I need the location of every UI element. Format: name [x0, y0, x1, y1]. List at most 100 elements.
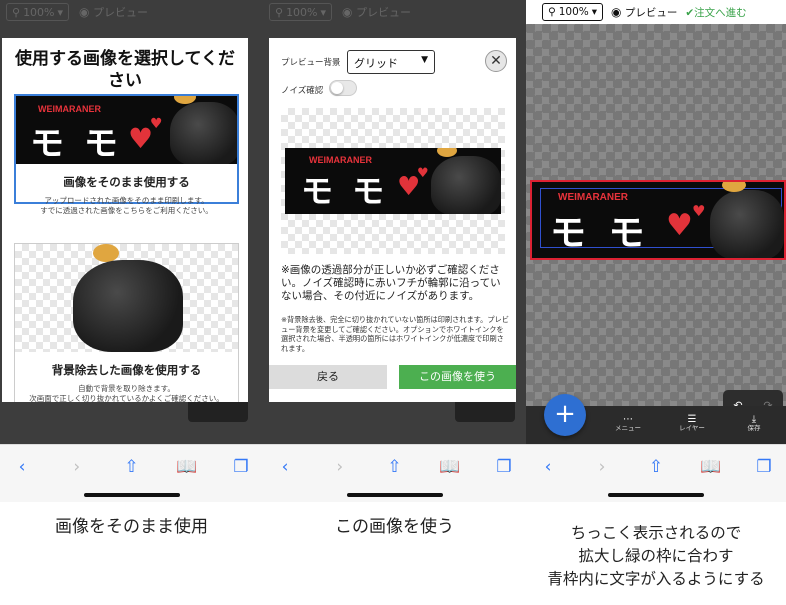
dim-control: [455, 402, 515, 422]
banner-word: WEIMARANER: [38, 104, 101, 114]
heart-icon: ♥: [150, 116, 163, 132]
search-icon: ⚲: [12, 5, 21, 19]
banner-momo: モ モ: [301, 172, 389, 210]
zoom-select[interactable]: ⚲ 100% ▾: [6, 3, 70, 21]
back-icon[interactable]: ‹: [275, 457, 295, 477]
eye-icon: ◉: [79, 5, 90, 19]
order-button[interactable]: ✔注文へ進む: [685, 5, 746, 20]
bookmarks-icon[interactable]: 📖: [700, 457, 721, 477]
top-toolbar: ⚲ 100% ▾ ◉ プレビュー: [263, 0, 526, 24]
close-button[interactable]: ✕: [485, 50, 507, 72]
zoom-select[interactable]: ⚲ 100% ▾: [269, 3, 333, 21]
preview-label: プレビュー: [624, 6, 678, 19]
more-icon: ⋯: [623, 414, 633, 425]
preview-label: プレビュー: [356, 6, 412, 19]
caption: 画像をそのまま使用: [55, 517, 208, 537]
panel-editor: ⚲ 100% ▾ ◉ プレビュー ✔注文へ進む WEIMARANER モ モ ♥ ♥…: [526, 0, 786, 605]
safari-toolbar: ‹ › ⇧ 📖 ❐: [0, 444, 263, 502]
bg-select[interactable]: グリッド ▼: [347, 50, 435, 74]
back-icon[interactable]: ‹: [538, 457, 558, 477]
forward-icon[interactable]: ›: [67, 457, 87, 477]
option-desc: アップロードされた画像をそのまま印刷します。 すでに透過された画像をこちらをご利用…: [40, 196, 213, 215]
dog-photo: [170, 102, 237, 164]
layer-button[interactable]: ☰ レイヤー: [672, 414, 712, 433]
banner-word: WEIMARANER: [558, 192, 628, 203]
order-label: 注文へ進む: [694, 6, 747, 19]
tabs-icon[interactable]: ❐: [754, 457, 774, 477]
zoom-value: 100%: [558, 6, 589, 18]
forward-icon[interactable]: ›: [592, 457, 612, 477]
menu-label: メニュー: [615, 424, 641, 432]
safari-toolbar: ‹ › ⇧ 📖 ❐: [263, 444, 526, 502]
orange-photo: [93, 244, 119, 262]
dog-photo: [73, 260, 183, 352]
menu-button[interactable]: ⋯ メニュー: [608, 414, 648, 433]
share-icon[interactable]: ⇧: [646, 457, 666, 477]
banner-image: WEIMARANER モ モ ♥ ♥: [16, 96, 237, 164]
use-image-button[interactable]: この画像を使う: [399, 365, 516, 389]
check-circle-icon: ✔: [685, 6, 695, 19]
layers-icon: ☰: [687, 414, 697, 425]
bg-select-value: グリッド: [354, 57, 398, 70]
save-label: 保存: [747, 424, 761, 432]
preview-area: WEIMARANER モ モ ♥ ♥: [281, 108, 505, 254]
transparent-preview: [15, 244, 238, 352]
option-title: 画像をそのまま使用する: [63, 175, 190, 189]
zoom-value: 100%: [286, 5, 318, 19]
top-toolbar: ⚲ 100% ▾ ◉ プレビュー: [0, 0, 263, 24]
editor-canvas[interactable]: WEIMARANER モ モ ♥ ♥ ↶ ↷: [526, 24, 786, 420]
back-icon[interactable]: ‹: [12, 457, 32, 477]
tabs-icon[interactable]: ❐: [231, 457, 251, 477]
caption-line: 青枠内に文字が入るようにする: [547, 570, 765, 588]
search-icon: ⚲: [275, 5, 284, 19]
home-indicator: [83, 493, 180, 497]
share-icon[interactable]: ⇧: [385, 457, 405, 477]
caption-line: 拡大し緑の枠に合わす: [578, 547, 734, 565]
preview-modal: プレビュー背景 グリッド ▼ ✕ ノイズ確認 WEIMARANER モ モ ♥ ♥…: [269, 38, 516, 402]
bookmarks-icon[interactable]: 📖: [176, 457, 197, 477]
banner-image[interactable]: WEIMARANER モ モ ♥ ♥: [530, 180, 786, 260]
option-title: 背景除去した画像を使用する: [51, 363, 202, 377]
save-button[interactable]: ⤓ 保存: [734, 415, 774, 433]
panel-use-this-image: ⚲ 100% ▾ ◉ プレビュー プレビュー背景 グリッド ▼ ✕ ノイズ確認 WEI…: [263, 0, 526, 605]
plus-icon: +: [554, 399, 576, 429]
select-image-modal: 使用する画像を選択してください WEIMARANER モ モ ♥ ♥ 画像をその…: [2, 38, 248, 402]
top-toolbar: ⚲ 100% ▾ ◉ プレビュー ✔注文へ進む: [526, 0, 786, 24]
panel-use-as-is: ⚲ 100% ▾ ◉ プレビュー 使用する画像を選択してください WEIMARANE…: [0, 0, 263, 605]
zoom-value: 100%: [23, 5, 55, 19]
preview-button[interactable]: ◉ プレビュー: [342, 4, 411, 20]
preview-button[interactable]: ◉ プレビュー: [79, 4, 148, 20]
modal-title: 使用する画像を選択してください: [15, 49, 235, 91]
forward-icon[interactable]: ›: [330, 457, 350, 477]
dog-photo: [431, 156, 501, 214]
heart-icon: ♥: [417, 166, 429, 181]
preview-label: プレビュー: [93, 6, 149, 19]
tabs-icon[interactable]: ❐: [494, 457, 514, 477]
dim-control: [188, 402, 248, 422]
heart-icon: ♥: [666, 208, 693, 243]
preview-button[interactable]: ◉ プレビュー: [611, 5, 677, 20]
close-icon: ✕: [490, 53, 502, 69]
zoom-select[interactable]: ⚲ 100% ▾: [542, 3, 604, 21]
eye-icon: ◉: [611, 4, 622, 19]
home-indicator: [346, 493, 443, 497]
caption-line: ちっこく表示されるので: [570, 524, 742, 542]
bg-label: プレビュー背景: [281, 58, 341, 68]
notice-text: ※画像の透過部分が正しいか必ずご確認ください。ノイズ確認時に赤いフチが輪郭に沿っ…: [281, 264, 501, 302]
noise-toggle[interactable]: [329, 80, 357, 96]
heart-icon: ♥: [692, 202, 706, 220]
option-remove-background[interactable]: 背景除去した画像を使用する 自動で背景を取り除きます。 次画面で正しく切り抜かれて…: [14, 243, 239, 402]
bookmarks-icon[interactable]: 📖: [439, 457, 460, 477]
search-icon: ⚲: [548, 6, 556, 18]
option-desc: 自動で背景を取り除きます。 次画面で正しく切り抜かれているかよくご確認ください。: [29, 384, 224, 402]
back-button[interactable]: 戻る: [269, 365, 387, 389]
safari-toolbar: ‹ › ⇧ 📖 ❐: [526, 444, 786, 502]
orange-photo: [437, 148, 457, 157]
layer-label: レイヤー: [679, 424, 705, 432]
share-icon[interactable]: ⇧: [122, 457, 142, 477]
screenshot-composite: ⚲ 100% ▾ ◉ プレビュー 使用する画像を選択してください WEIMARANE…: [0, 0, 786, 605]
notice-small-text: ※背景除去後、完全に切り抜かれていない箇所は印刷されます。プレビュー背景を変更し…: [281, 315, 509, 353]
option-use-as-is[interactable]: WEIMARANER モ モ ♥ ♥ 画像をそのまま使用する アップロードされた…: [14, 94, 239, 215]
add-button[interactable]: +: [544, 394, 586, 436]
banner-momo: モ モ: [550, 213, 650, 254]
